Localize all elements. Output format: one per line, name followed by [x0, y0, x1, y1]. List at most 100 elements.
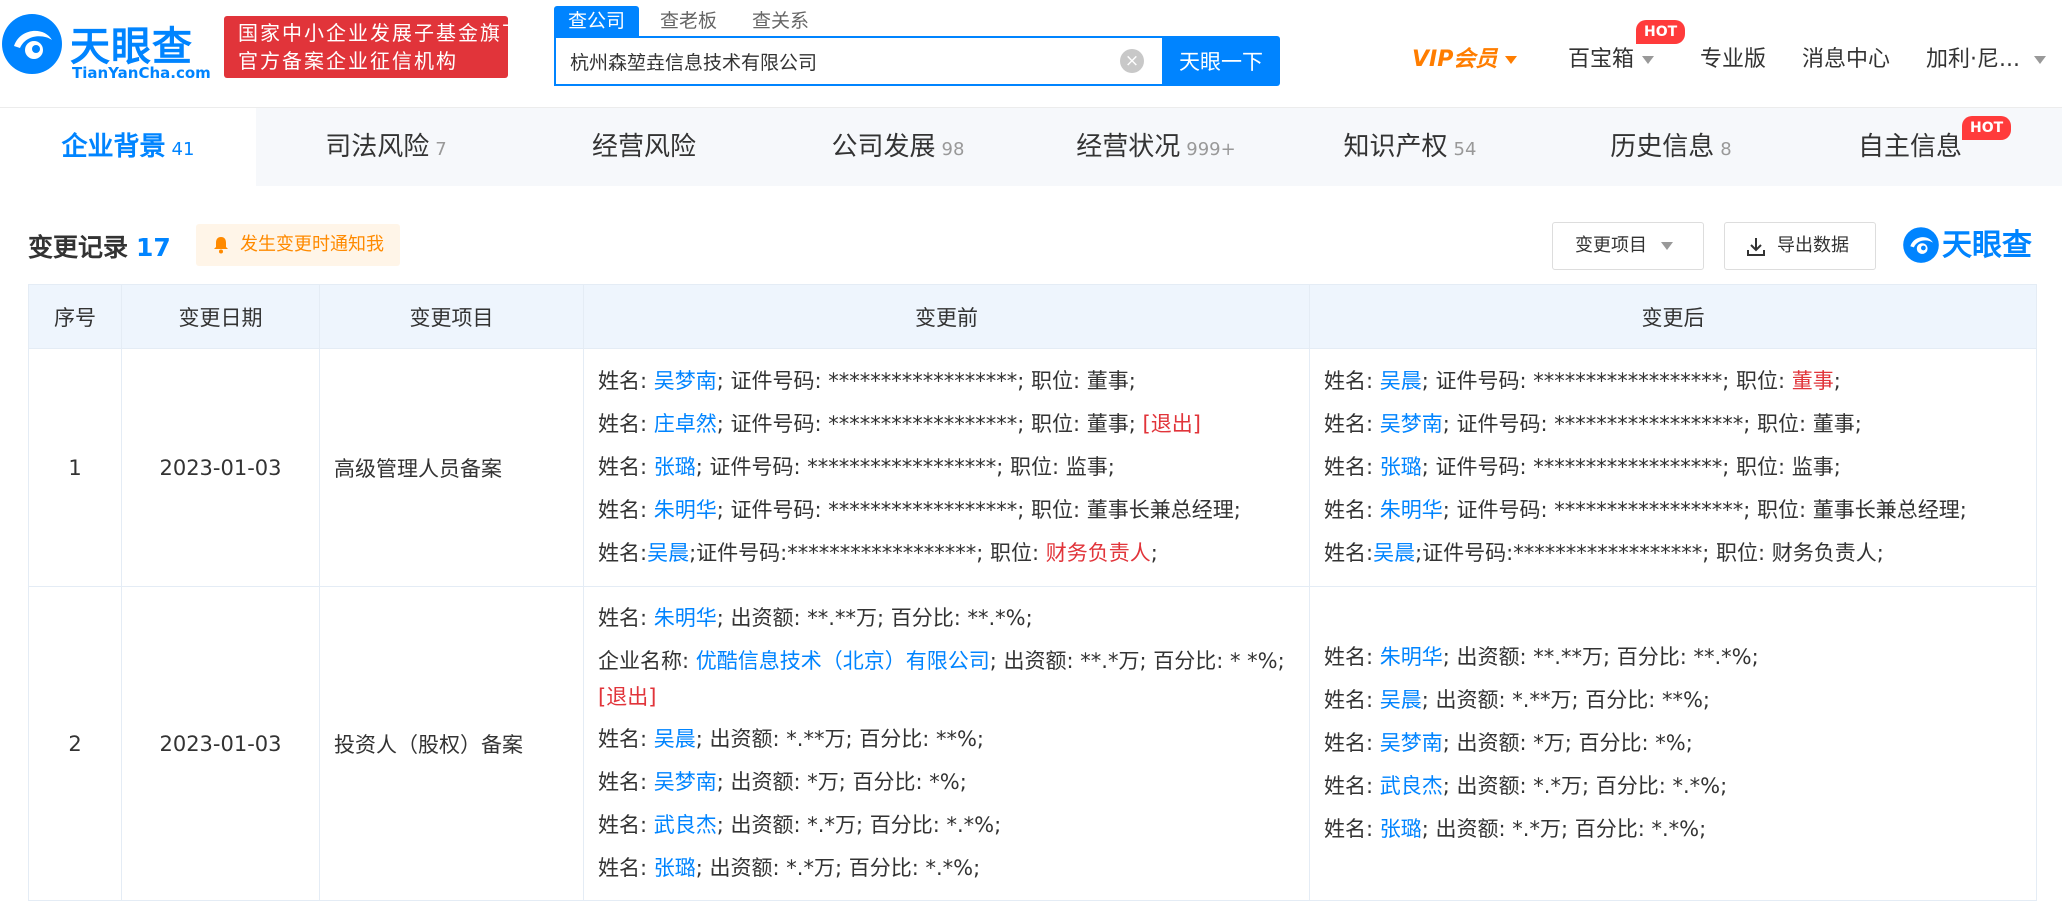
entity-link[interactable]: 朱明华	[1380, 645, 1443, 669]
entity-link[interactable]: 朱明华	[654, 498, 717, 522]
tab-count: 7	[435, 139, 447, 160]
field-text: ; 出资额: *.*万; 百分比: *.*%;	[716, 813, 1002, 837]
cell-after: 姓名: 吴晨; 证件号码: ******************; 职位: 董事…	[1309, 348, 2037, 587]
record-line: 姓名: 吴梦南; 出资额: *万; 百分比: *%;	[1324, 722, 2022, 765]
field-text: ;	[1107, 455, 1115, 479]
tab-operation-status[interactable]: 经营状况 999+	[1066, 108, 1246, 186]
change-records-table: 序号 变更日期 变更项目 变更前 变更后 1 2023-01-03 高级管理人员备案…	[28, 284, 2037, 901]
tab-self-info[interactable]: 自主信息	[1850, 108, 1970, 186]
tab-count: 54	[1453, 139, 1477, 160]
table-body: 1 2023-01-03 高级管理人员备案 姓名: 吴梦南; 证件号码: ******…	[28, 348, 2037, 901]
entity-link[interactable]: 张璐	[1380, 817, 1422, 841]
record-line: 姓名: 张璐; 证件号码: ******************; 职位: 监事…	[1324, 446, 2022, 489]
tab-label: 公司发展	[831, 132, 936, 162]
record-line: 姓名:吴晨;证件号码:******************; 职位: 财务负责人…	[598, 532, 1295, 575]
vip-menu[interactable]: VIP会员	[1412, 42, 1518, 78]
clear-icon[interactable]: ×	[1120, 49, 1144, 73]
table-row: 1 2023-01-03 高级管理人员备案 姓名: 吴梦南; 证件号码: ******…	[28, 348, 2037, 587]
site-logo[interactable]: 天眼查 TianYanCha.com	[0, 12, 211, 84]
field-text: ; 证件号码: ******************; 职位:	[716, 412, 1087, 436]
change-item-filter[interactable]: 变更项目	[1552, 222, 1704, 270]
field-label: 姓名:	[598, 455, 654, 479]
role-text: 监事	[1065, 455, 1108, 479]
bell-icon	[214, 237, 228, 254]
entity-link[interactable]: 朱明华	[654, 606, 717, 630]
record-line: 姓名: 张璐; 证件号码: ******************; 职位: 监事…	[598, 446, 1295, 489]
field-text: ; 出资额: *.**万; 百分比: **%;	[695, 727, 984, 751]
entity-link[interactable]: 吴梦南	[654, 770, 717, 794]
col-header-after: 变更后	[1309, 284, 2037, 349]
entity-link[interactable]: 武良杰	[654, 813, 717, 837]
search-tab-relation[interactable]: 查关系	[752, 6, 809, 36]
field-text: ; 证件号码: ******************; 职位:	[716, 498, 1087, 522]
messages-link[interactable]: 消息中心	[1802, 42, 1890, 78]
tab-history[interactable]: 历史信息 8	[1596, 108, 1746, 186]
entity-link[interactable]: 优酷信息技术（北京）有限公司	[696, 649, 990, 673]
filter-label: 变更项目	[1575, 235, 1647, 256]
tab-label: 企业背景	[61, 132, 166, 162]
search-input[interactable]	[570, 38, 1110, 84]
entity-link[interactable]: 吴梦南	[1380, 731, 1443, 755]
entity-link[interactable]: 朱明华	[1380, 498, 1443, 522]
tab-operation-risk[interactable]: 经营风险	[544, 108, 744, 186]
entity-link[interactable]: 吴晨	[647, 541, 689, 565]
field-text: ; 证件号码: ******************; 职位:	[695, 455, 1066, 479]
field-label: 姓名:	[1324, 455, 1380, 479]
field-label: 姓名:	[598, 727, 654, 751]
entity-link[interactable]: 武良杰	[1380, 774, 1443, 798]
field-text: ; 证件号码: ******************; 职位:	[1421, 369, 1792, 393]
tab-company-background[interactable]: 企业背景 41	[0, 108, 256, 186]
entity-link[interactable]: 张璐	[654, 856, 696, 880]
field-label: 姓名:	[1324, 541, 1374, 565]
col-header-before: 变更前	[583, 284, 1310, 349]
gov-badge: 国家中小企业发展子基金旗下 官方备案企业征信机构	[224, 16, 522, 78]
export-data-button[interactable]: 导出数据	[1724, 222, 1876, 270]
entity-link[interactable]: 吴晨	[1380, 688, 1422, 712]
entity-link[interactable]: 吴晨	[1380, 369, 1422, 393]
entity-link[interactable]: 吴梦南	[654, 369, 717, 393]
tab-label: 经营风险	[591, 132, 696, 162]
search-button[interactable]: 天眼一下	[1162, 36, 1280, 86]
entity-link[interactable]: 张璐	[654, 455, 696, 479]
watermark-logo: 天眼查	[1902, 224, 2038, 268]
search-tab-boss[interactable]: 查老板	[660, 6, 717, 36]
field-label: 姓名:	[598, 498, 654, 522]
tab-label: 知识产权	[1343, 132, 1448, 162]
entity-link[interactable]: 庄卓然	[654, 412, 717, 436]
role-text: 董事	[1791, 369, 1834, 393]
record-line: 姓名: 朱明华; 证件号码: ******************; 职位: 董…	[1324, 489, 2022, 532]
field-label: 姓名:	[598, 369, 654, 393]
pro-link[interactable]: 专业版	[1700, 42, 1766, 78]
role-text: 董事长兼总经理	[1812, 498, 1960, 522]
field-text: ;证件号码:******************; 职位:	[1415, 541, 1772, 565]
field-label: 姓名:	[1324, 369, 1380, 393]
baobaoxiang-label: 百宝箱	[1568, 47, 1635, 72]
user-menu[interactable]: 加利·尼...	[1926, 42, 2046, 78]
entity-link[interactable]: 吴梦南	[1380, 412, 1443, 436]
entity-link[interactable]: 张璐	[1380, 455, 1422, 479]
search-tab-company[interactable]: 查公司	[554, 6, 640, 36]
field-text: ;	[1876, 541, 1884, 565]
entity-link[interactable]: 吴晨	[654, 727, 696, 751]
watermark-text: 天眼查	[1942, 228, 2032, 263]
tab-intellectual-property[interactable]: 知识产权 54	[1330, 108, 1490, 186]
field-label: 企业名称:	[598, 649, 696, 673]
field-text: ;	[1959, 498, 1967, 522]
record-line: 姓名: 张璐; 出资额: *.*万; 百分比: *.*%;	[598, 847, 1295, 890]
user-name: 加利·尼...	[1926, 47, 2020, 72]
field-text: ;	[1854, 412, 1862, 436]
entity-link[interactable]: 吴晨	[1373, 541, 1415, 565]
cell-index: 2	[28, 586, 122, 901]
field-label: 姓名:	[598, 541, 648, 565]
cell-after: 姓名: 朱明华; 出资额: **.**万; 百分比: **.*%; 姓名: 吴晨;…	[1309, 586, 2037, 901]
field-text: ; 出资额: *万; 百分比: *%;	[716, 770, 967, 794]
notify-button[interactable]: 发生变更时通知我	[196, 224, 400, 266]
tab-judicial-risk[interactable]: 司法风险 7	[286, 108, 486, 186]
baobaoxiang-menu[interactable]: 百宝箱	[1568, 42, 1655, 78]
field-label: 姓名:	[1324, 688, 1380, 712]
tab-company-development[interactable]: 公司发展 98	[810, 108, 986, 186]
section-title: 变更记录 17	[28, 228, 171, 264]
field-text: ; 证件号码: ******************; 职位:	[1442, 412, 1813, 436]
field-text: ; 出资额: **.*万; 百分比: * *%;	[989, 649, 1285, 673]
record-line: 姓名: 吴梦南; 证件号码: ******************; 职位: 董…	[1324, 403, 2022, 446]
